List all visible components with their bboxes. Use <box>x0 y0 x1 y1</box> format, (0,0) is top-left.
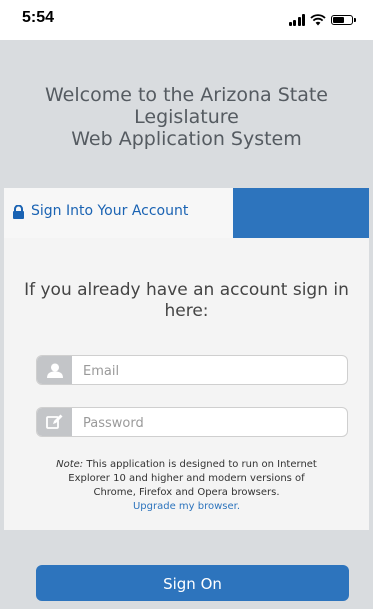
sign-in-prompt: If you already have an account sign in h… <box>4 280 369 322</box>
password-input[interactable] <box>81 408 340 436</box>
welcome-title-line3: Web Application System <box>71 128 302 150</box>
status-bar: 5:54 <box>0 0 373 40</box>
note-text-line1: This application is designed to run on I… <box>83 459 317 470</box>
email-field[interactable] <box>36 355 348 385</box>
lock-icon <box>13 205 24 219</box>
tab-bar-fill <box>233 188 369 238</box>
browser-note-line1: Note: This application is designed to ru… <box>34 458 339 472</box>
cellular-signal-icon <box>288 14 305 26</box>
welcome-title-line2: Legislature <box>134 106 239 128</box>
password-field[interactable] <box>36 407 348 437</box>
note-label: Note: <box>56 459 84 470</box>
tab-sign-in-label: Sign Into Your Account <box>31 203 189 219</box>
welcome-title-line1: Welcome to the Arizona State <box>45 84 328 106</box>
note-text-line3: Chrome, Firefox and Opera browsers. <box>93 487 280 498</box>
email-addon <box>37 356 72 384</box>
tab-sign-in[interactable]: Sign Into Your Account <box>4 188 233 238</box>
status-icons <box>288 12 356 28</box>
sign-in-prompt-line2: here: <box>164 301 209 321</box>
sign-in-prompt-line1: If you already have an account sign in <box>24 280 349 300</box>
welcome-header: Welcome to the Arizona State Legislature… <box>0 40 373 188</box>
browser-note: Note: This application is designed to ru… <box>34 458 339 514</box>
status-time: 5:54 <box>22 9 55 26</box>
password-addon <box>37 408 72 436</box>
wifi-icon <box>310 14 326 26</box>
user-icon <box>46 363 63 378</box>
tab-bar: Sign Into Your Account <box>4 188 369 238</box>
note-text-line2: Explorer 10 and higher and modern versio… <box>68 473 305 484</box>
sign-on-button[interactable]: Sign On <box>36 565 349 601</box>
upgrade-browser-link[interactable]: Upgrade my browser. <box>133 501 240 512</box>
login-card: Sign Into Your Account If you already ha… <box>4 188 369 530</box>
battery-icon <box>331 15 356 25</box>
email-input[interactable] <box>81 356 340 384</box>
edit-icon <box>46 414 63 429</box>
